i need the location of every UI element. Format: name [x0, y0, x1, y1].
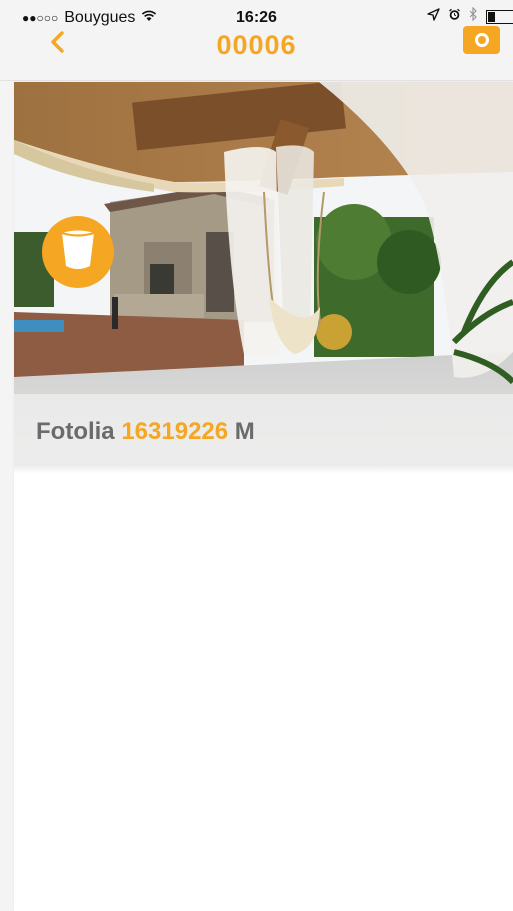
photo-caption: Fotolia 16319226 M	[36, 418, 255, 446]
page-title: 00006	[216, 30, 297, 60]
caption-suffix: M	[234, 418, 255, 445]
location-arrow-icon	[427, 7, 440, 26]
battery-icon	[486, 9, 513, 24]
camera-button[interactable]	[463, 26, 500, 54]
screen: ●●○○○ Bouygues 16:26 00006 Fotolia 16319…	[0, 0, 513, 911]
media-type-badge[interactable]	[42, 216, 114, 288]
bucket-icon	[59, 228, 97, 277]
nav-bar: 00006	[0, 26, 513, 80]
media-card: Fotolia 16319226 M	[14, 82, 513, 911]
alarm-icon	[448, 8, 461, 26]
battery-level	[488, 11, 495, 22]
camera-icon	[474, 33, 489, 47]
photo-shadow	[14, 464, 513, 474]
nav-divider	[0, 80, 513, 81]
bluetooth-icon	[469, 6, 478, 26]
status-bar: ●●○○○ Bouygues 16:26	[0, 0, 513, 28]
caption-prefix: Fotolia	[36, 418, 115, 445]
caption-number: 16319226	[121, 418, 229, 445]
status-right	[427, 6, 513, 26]
